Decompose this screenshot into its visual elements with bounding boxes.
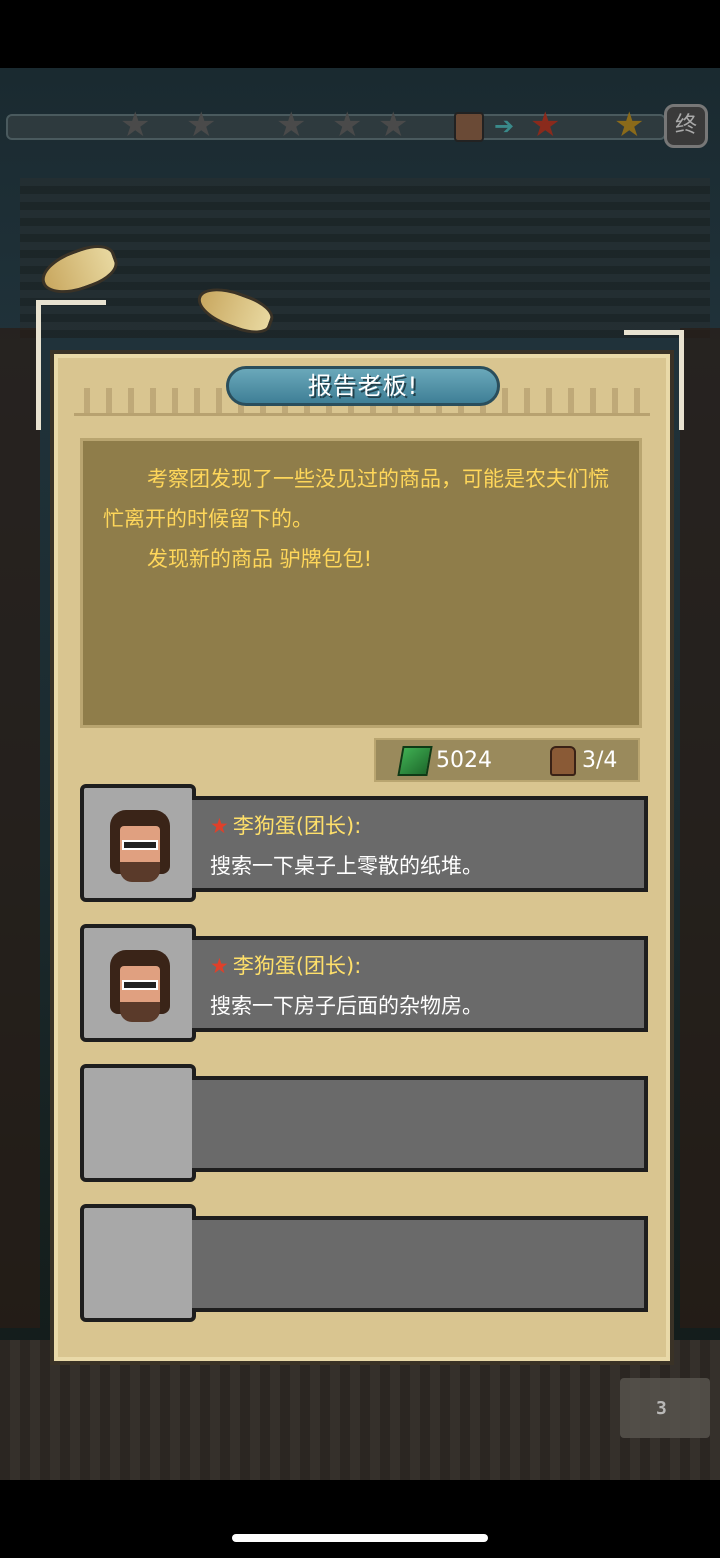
portrait-frame xyxy=(80,784,196,902)
member-row[interactable]: ★ 李狗蛋(团长): 搜索一下房子后面的杂物房。 xyxy=(80,924,648,1042)
journal-book-button[interactable]: 3 xyxy=(620,1378,710,1438)
journal-count: 3 xyxy=(656,1398,667,1419)
portrait-frame xyxy=(80,924,196,1042)
portrait-frame xyxy=(80,1064,196,1182)
progress-star-icon: ★ xyxy=(378,105,409,145)
gold-star-icon: ★ xyxy=(614,105,645,145)
member-name: ★ 李狗蛋(团长): xyxy=(210,950,361,980)
resource-stats: 5024 3/4 xyxy=(374,738,640,782)
home-indicator[interactable] xyxy=(232,1534,488,1542)
progress-star-icon: ★ xyxy=(276,105,307,145)
progress-star-icon: ★ xyxy=(120,105,151,145)
leader-star-icon: ★ xyxy=(210,954,229,978)
empty-member-slot[interactable] xyxy=(80,1064,648,1182)
progress-star-icon: ★ xyxy=(186,105,217,145)
member-action: 搜索一下桌子上零散的纸堆。 xyxy=(210,854,483,878)
report-message: 考察团发现了一些没见过的商品，可能是农夫们慌忙离开的时候留下的。 发现新的商品 … xyxy=(80,438,642,728)
leader-star-icon: ★ xyxy=(210,814,229,838)
member-avatar xyxy=(110,810,170,884)
capacity-value: 3/4 xyxy=(582,748,618,773)
progress-star-icon: ★ xyxy=(332,105,363,145)
member-info xyxy=(192,1076,648,1172)
report-dialog: 报告老板! 考察团发现了一些没见过的商品，可能是农夫们慌忙离开的时候留下的。 发… xyxy=(50,350,674,1365)
red-star-icon: ★ xyxy=(530,105,561,145)
member-name: ★ 李狗蛋(团长): xyxy=(210,810,361,840)
leader-face-icon xyxy=(454,112,484,142)
member-info xyxy=(192,1216,648,1312)
member-row[interactable]: ★ 李狗蛋(团长): 搜索一下桌子上零散的纸堆。 xyxy=(80,784,648,902)
left-pillar xyxy=(0,328,40,1328)
arrow-right-icon: ➔ xyxy=(494,112,515,140)
member-name-text: 李狗蛋(团长): xyxy=(232,814,362,838)
member-action: 搜索一下房子后面的杂物房。 xyxy=(210,994,483,1018)
member-avatar xyxy=(110,950,170,1024)
cash-icon xyxy=(397,746,433,776)
message-line: 考察团发现了一些没见过的商品，可能是农夫们慌忙离开的时候留下的。 xyxy=(103,467,609,531)
progress-bar: ★ ★ ★ ★ ★ ➔ ★ ★ xyxy=(0,108,720,144)
portrait-frame xyxy=(80,1204,196,1322)
member-name-text: 李狗蛋(团长): xyxy=(232,954,362,978)
dialog-title: 报告老板! xyxy=(226,366,500,406)
end-badge[interactable]: 终 xyxy=(664,104,708,148)
message-line: 发现新的商品 驴牌包包! xyxy=(147,547,373,571)
empty-member-slot[interactable] xyxy=(80,1204,648,1322)
member-info: ★ 李狗蛋(团长): 搜索一下桌子上零散的纸堆。 xyxy=(192,796,648,892)
money-value: 5024 xyxy=(436,748,492,773)
member-info: ★ 李狗蛋(团长): 搜索一下房子后面的杂物房。 xyxy=(192,936,648,1032)
right-pillar xyxy=(680,328,720,1328)
temple-roof xyxy=(20,178,710,338)
backpack-icon xyxy=(550,746,576,776)
